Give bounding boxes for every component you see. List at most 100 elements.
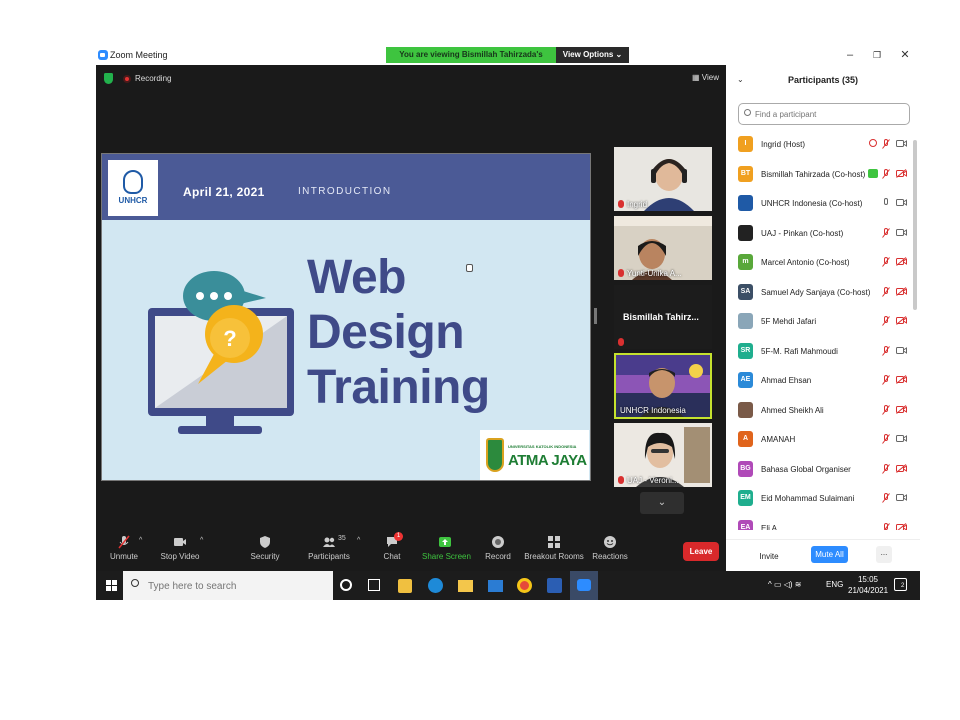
video-tile[interactable]: Ingrid	[614, 147, 712, 211]
video-tile[interactable]: Bismillah Tahirz...	[614, 285, 712, 349]
reactions-button[interactable]: Reactions	[591, 535, 629, 569]
taskbar-clock[interactable]: 15:05 21/04/2021	[848, 574, 888, 596]
participant-row[interactable]: BT Bismillah Tahirzada (Co-host)	[726, 160, 912, 190]
taskbar-search-input[interactable]	[148, 579, 328, 593]
participant-row[interactable]: I Ingrid (Host)	[726, 130, 912, 160]
edge-browser-icon[interactable]	[428, 578, 443, 593]
video-off-icon[interactable]	[896, 522, 907, 531]
mail-icon[interactable]	[488, 580, 503, 592]
store-icon[interactable]	[398, 579, 412, 593]
participants-options-caret-icon[interactable]: ^	[357, 537, 360, 544]
invite-button[interactable]: Invite	[756, 549, 782, 564]
video-camera-icon[interactable]	[896, 198, 907, 207]
unhcr-logo: UNHCR	[108, 160, 158, 216]
windows-start-icon[interactable]	[106, 580, 117, 591]
video-tile-active-speaker[interactable]: UNHCR Indonesia	[614, 353, 712, 419]
participants-scrollbar[interactable]	[913, 140, 917, 310]
video-options-caret-icon[interactable]: ^	[200, 537, 203, 544]
muted-mic-icon[interactable]	[882, 139, 890, 149]
muted-mic-icon[interactable]	[882, 257, 890, 267]
video-tile[interactable]: UAJ - Veroni...	[614, 423, 712, 487]
video-off-icon[interactable]	[896, 463, 907, 473]
participant-row[interactable]: EA Eli A	[726, 514, 912, 531]
participant-row[interactable]: UNHCR Indonesia (Co-host)	[726, 189, 912, 219]
minimize-icon[interactable]: –	[843, 48, 857, 62]
video-camera-icon[interactable]	[896, 493, 907, 502]
muted-mic-icon[interactable]	[882, 493, 890, 503]
close-icon[interactable]: ✕	[898, 48, 912, 62]
video-off-icon[interactable]	[896, 257, 907, 266]
muted-mic-icon[interactable]	[882, 434, 890, 444]
taskbar-search-box[interactable]	[123, 571, 333, 600]
participants-button[interactable]: 35 Participants	[304, 535, 354, 569]
cortana-icon[interactable]	[340, 579, 352, 591]
chrome-icon[interactable]	[517, 578, 532, 593]
participant-row[interactable]: Ahmed Sheikh Ali	[726, 396, 912, 426]
word-icon[interactable]	[547, 578, 562, 593]
search-icon	[131, 579, 139, 587]
participant-name: Bismillah Tahirzada (Co-host)	[761, 169, 866, 179]
share-screen-button[interactable]: Share Screen	[422, 535, 471, 569]
muted-mic-icon[interactable]	[882, 522, 890, 531]
muted-mic-icon[interactable]	[882, 286, 890, 297]
video-camera-icon[interactable]	[896, 139, 907, 148]
task-view-icon[interactable]	[368, 579, 380, 591]
muted-mic-icon[interactable]	[882, 404, 890, 415]
video-camera-icon[interactable]	[896, 346, 907, 355]
breakout-rooms-button[interactable]: Breakout Rooms	[524, 535, 584, 569]
record-button[interactable]: Record	[482, 535, 514, 569]
zoom-taskbar-icon[interactable]	[570, 571, 598, 600]
video-scroll-down-button[interactable]: ⌄	[640, 492, 684, 514]
muted-mic-icon[interactable]	[882, 316, 890, 326]
video-off-icon[interactable]	[896, 316, 907, 325]
participant-row[interactable]: 5F Mehdi Jafari	[726, 307, 912, 337]
video-camera-icon	[174, 538, 186, 546]
muted-mic-icon[interactable]	[882, 227, 890, 238]
unmute-button[interactable]: Unmute	[106, 535, 142, 569]
input-language[interactable]: ENG	[826, 580, 843, 589]
find-participant-field[interactable]	[738, 103, 910, 125]
audio-options-caret-icon[interactable]: ^	[139, 537, 142, 544]
stop-video-button[interactable]: Stop Video	[158, 535, 202, 569]
video-camera-icon[interactable]	[896, 434, 907, 443]
tray-icons[interactable]: ^ ▭ ◁) ≋	[768, 580, 802, 589]
view-options-button[interactable]: View Options ⌄	[556, 47, 629, 63]
muted-mic-icon[interactable]	[882, 168, 890, 179]
slide-title-line-1: Web	[307, 251, 406, 304]
notifications-icon[interactable]: 2	[894, 578, 907, 591]
participant-row[interactable]: SA Samuel Ady Sanjaya (Co-host)	[726, 278, 912, 308]
muted-mic-icon[interactable]	[882, 463, 890, 474]
participant-avatar: BG	[738, 460, 753, 477]
video-off-icon[interactable]	[896, 286, 907, 296]
video-off-icon[interactable]	[896, 168, 907, 178]
chat-button[interactable]: 1 Chat	[378, 532, 406, 569]
view-button[interactable]: ▦ View	[692, 73, 719, 82]
leave-button[interactable]: Leave	[683, 542, 719, 561]
security-button[interactable]: Security	[245, 535, 285, 569]
mute-all-button[interactable]: Mute All	[811, 546, 848, 563]
grid-icon: ▦	[692, 73, 702, 82]
video-off-icon[interactable]	[896, 375, 907, 384]
video-tile-name: Yunti-Unika A...	[627, 269, 682, 278]
participant-row[interactable]: EM Eid Mohammad Sulaimani	[726, 484, 912, 514]
participant-row[interactable]: UAJ - Pinkan (Co-host)	[726, 219, 912, 249]
more-options-button[interactable]: ...	[876, 546, 892, 563]
splitter-handle[interactable]	[594, 308, 597, 324]
participant-row[interactable]: BG Bahasa Global Organiser	[726, 455, 912, 485]
muted-mic-icon[interactable]	[882, 375, 890, 385]
video-off-icon[interactable]	[896, 404, 907, 414]
participant-row[interactable]: AE Ahmad Ehsan	[726, 366, 912, 396]
video-tile[interactable]: Yunti-Unika A...	[614, 216, 712, 280]
restore-icon[interactable]: ❐	[870, 48, 884, 62]
file-explorer-icon[interactable]	[458, 580, 473, 592]
participant-row[interactable]: m Marcel Antonio (Co-host)	[726, 248, 912, 278]
clock-date: 21/04/2021	[848, 586, 889, 595]
slide-title-line-3: Training	[307, 361, 490, 414]
participant-row[interactable]: A AMANAH	[726, 425, 912, 455]
video-camera-icon[interactable]	[896, 228, 907, 237]
find-participant-input[interactable]	[755, 107, 905, 121]
participant-row[interactable]: SR 5F-M. Rafi Mahmoudi	[726, 337, 912, 367]
mic-icon[interactable]	[882, 198, 890, 208]
muted-mic-icon[interactable]	[882, 345, 890, 356]
encryption-shield-icon[interactable]	[104, 73, 113, 84]
